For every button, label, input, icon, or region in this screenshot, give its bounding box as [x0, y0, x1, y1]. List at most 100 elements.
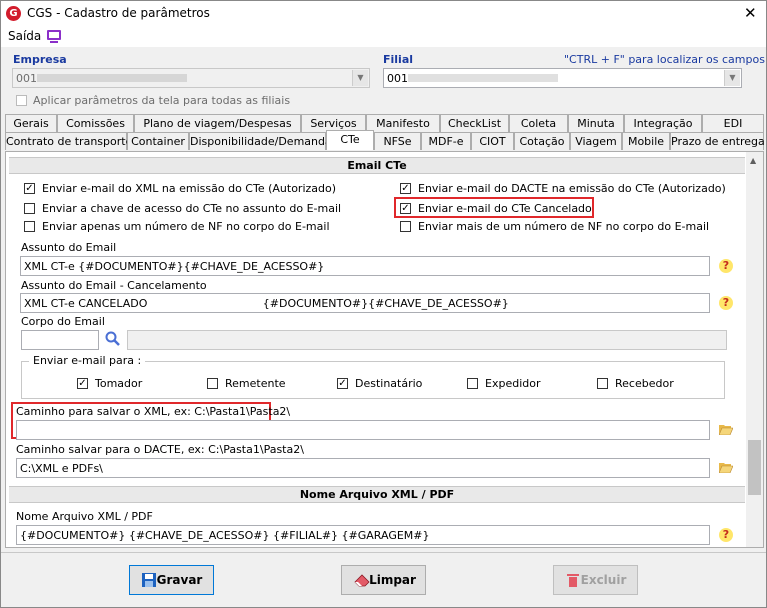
bottom-divider — [1, 552, 766, 553]
um-nf-checkbox[interactable] — [24, 221, 35, 232]
assunto-label: Assunto do Email — [21, 241, 117, 254]
main-window: G CGS - Cadastro de parâmetros ✕ Saída E… — [0, 0, 767, 608]
monitor-stand — [50, 41, 58, 43]
section-nome-arquivo: Nome Arquivo XML / PDF — [9, 486, 745, 503]
section-email-cte: Email CTe — [9, 157, 745, 174]
tab-minuta[interactable]: Minuta — [568, 114, 624, 132]
help-icon[interactable]: ? — [719, 296, 733, 310]
panel-scrollbar[interactable]: ▲ — [746, 152, 763, 547]
xml-emissao-checkbox[interactable]: ✓ — [24, 183, 35, 194]
corpo-description-field — [127, 330, 727, 350]
assunto-value: XML CT-e {#DOCUMENTO#}{#CHAVE_DE_ACESSO#… — [24, 260, 325, 273]
caminho-dacte-label: Caminho salvar para o DACTE, ex: C:\Past… — [16, 443, 304, 456]
aplicar-label: Aplicar parâmetros da tela para todas as… — [33, 94, 291, 107]
xml-emissao-label: Enviar e-mail do XML na emissão do CTe (… — [42, 182, 337, 195]
assunto-input[interactable]: XML CT-e {#DOCUMENTO#}{#CHAVE_DE_ACESSO#… — [20, 256, 710, 276]
tab-contrato[interactable]: Contrato de transporte — [5, 132, 132, 150]
window-title: CGS - Cadastro de parâmetros — [27, 6, 210, 20]
tab-edi[interactable]: EDI — [702, 114, 764, 132]
tabs-row-1: Gerais Comissões Plano de viagem/Despesa… — [5, 114, 764, 132]
scrollbar-thumb[interactable] — [748, 440, 761, 495]
dacte-emissao-checkbox[interactable]: ✓ — [400, 183, 411, 194]
expedidor-label: Expedidor — [485, 377, 541, 390]
tab-cte[interactable]: CTe — [326, 130, 374, 150]
mais-nf-label: Enviar mais de um número de NF no corpo … — [418, 220, 710, 233]
remetente-checkbox[interactable] — [207, 378, 218, 389]
tabs-row-2: Contrato de transporte Container Disponi… — [5, 130, 765, 150]
empresa-value: 001 — [16, 72, 37, 85]
cte-cancelado-checkbox[interactable]: ✓ — [400, 203, 411, 214]
recebedor-label: Recebedor — [615, 377, 674, 390]
tab-cotacao[interactable]: Cotação — [514, 132, 570, 150]
corpo-label: Corpo do Email — [21, 315, 105, 328]
tab-nfse[interactable]: NFSe — [374, 132, 421, 150]
menu-saida[interactable]: Saída — [8, 29, 41, 43]
caminho-dacte-value: C:\XML e PDFs\ — [20, 462, 103, 475]
nome-arquivo-input[interactable]: {#DOCUMENTO#} {#CHAVE_DE_ACESSO#} {#FILI… — [16, 525, 710, 545]
folder-open-icon[interactable] — [719, 462, 733, 473]
filial-select[interactable]: 001 ▼ — [383, 68, 742, 88]
title-bar: G CGS - Cadastro de parâmetros ✕ — [1, 1, 766, 27]
tab-mdfe[interactable]: MDF-e — [421, 132, 471, 150]
caminho-xml-input[interactable] — [16, 420, 710, 440]
tab-viagem[interactable]: Viagem — [570, 132, 622, 150]
assunto-cancel-value: XML CT-e CANCELADO {#DOCUMENTO#}{#CHAVE_… — [24, 297, 509, 310]
search-icon[interactable] — [105, 331, 121, 347]
tomador-label: Tomador — [95, 377, 143, 390]
tab-comissoes[interactable]: Comissões — [57, 114, 134, 132]
chave-assunto-label: Enviar a chave de acesso do CTe no assun… — [42, 202, 342, 215]
expedidor-checkbox[interactable] — [467, 378, 478, 389]
folder-open-icon[interactable] — [719, 424, 733, 435]
filial-name-redacted — [408, 74, 558, 82]
nome-arquivo-label: Nome Arquivo XML / PDF — [16, 510, 153, 523]
chave-assunto-checkbox[interactable] — [24, 203, 35, 214]
menu-bar: Saída — [1, 27, 766, 47]
tab-plano-viagem[interactable]: Plano de viagem/Despesas — [134, 114, 301, 132]
help-icon[interactable]: ? — [719, 259, 733, 273]
tab-prazo-entrega[interactable]: Prazo de entrega — [670, 132, 765, 150]
excluir-button[interactable]: Excluir — [553, 565, 638, 595]
save-icon — [142, 573, 156, 587]
caminho-dacte-input[interactable]: C:\XML e PDFs\ — [16, 458, 710, 478]
dacte-emissao-label: Enviar e-mail do DACTE na emissão do CTe… — [418, 182, 726, 195]
help-icon[interactable]: ? — [719, 528, 733, 542]
trash-icon — [567, 574, 579, 587]
corpo-code-input[interactable] — [21, 330, 99, 350]
ctrl-f-hint: "CTRL + F" para localizar os campos — [564, 53, 765, 66]
scroll-up-icon[interactable]: ▲ — [750, 156, 756, 165]
empresa-select[interactable]: 001 ▼ — [12, 68, 370, 88]
assunto-cancel-input[interactable]: XML CT-e CANCELADO {#DOCUMENTO#}{#CHAVE_… — [20, 293, 710, 313]
empresa-label: Empresa — [13, 53, 67, 66]
cte-cancelado-label: Enviar e-mail do CTe Cancelado — [418, 202, 592, 215]
tab-mobile[interactable]: Mobile — [622, 132, 670, 150]
monitor-icon[interactable] — [47, 30, 61, 40]
gravar-button[interactable]: Gravar — [129, 565, 214, 595]
destinatario-checkbox[interactable]: ✓ — [337, 378, 348, 389]
tab-disponibilidade[interactable]: Disponibilidade/Demanda — [189, 132, 332, 150]
eraser-icon — [354, 574, 370, 587]
tab-gerais[interactable]: Gerais — [5, 114, 57, 132]
tab-integracao[interactable]: Integração — [624, 114, 702, 132]
tab-ciot[interactable]: CIOT — [471, 132, 514, 150]
tab-container[interactable]: Container — [127, 132, 189, 150]
recebedor-checkbox[interactable] — [597, 378, 608, 389]
limpar-button[interactable]: Limpar — [341, 565, 426, 595]
limpar-label: Limpar — [369, 573, 416, 587]
um-nf-label: Enviar apenas um número de NF no corpo d… — [42, 220, 330, 233]
tomador-checkbox[interactable]: ✓ — [77, 378, 88, 389]
tab-checklist[interactable]: CheckList — [440, 114, 509, 132]
chevron-down-icon[interactable]: ▼ — [352, 70, 368, 86]
tab-coleta[interactable]: Coleta — [509, 114, 568, 132]
caminho-xml-label: Caminho para salvar o XML, ex: C:\Pasta1… — [16, 405, 291, 418]
excluir-label: Excluir — [580, 573, 627, 587]
mais-nf-checkbox[interactable] — [400, 221, 411, 232]
assunto-cancel-label: Assunto do Email - Cancelamento — [21, 279, 207, 292]
empresa-name-redacted — [37, 74, 187, 82]
close-icon[interactable]: ✕ — [744, 4, 757, 22]
aplicar-checkbox[interactable] — [16, 95, 27, 106]
tab-manifesto[interactable]: Manifesto — [366, 114, 440, 132]
app-logo-icon: G — [6, 6, 21, 21]
enviar-para-label: Enviar e-mail para : — [29, 354, 146, 367]
gravar-label: Gravar — [156, 573, 203, 587]
chevron-down-icon[interactable]: ▼ — [724, 70, 740, 86]
